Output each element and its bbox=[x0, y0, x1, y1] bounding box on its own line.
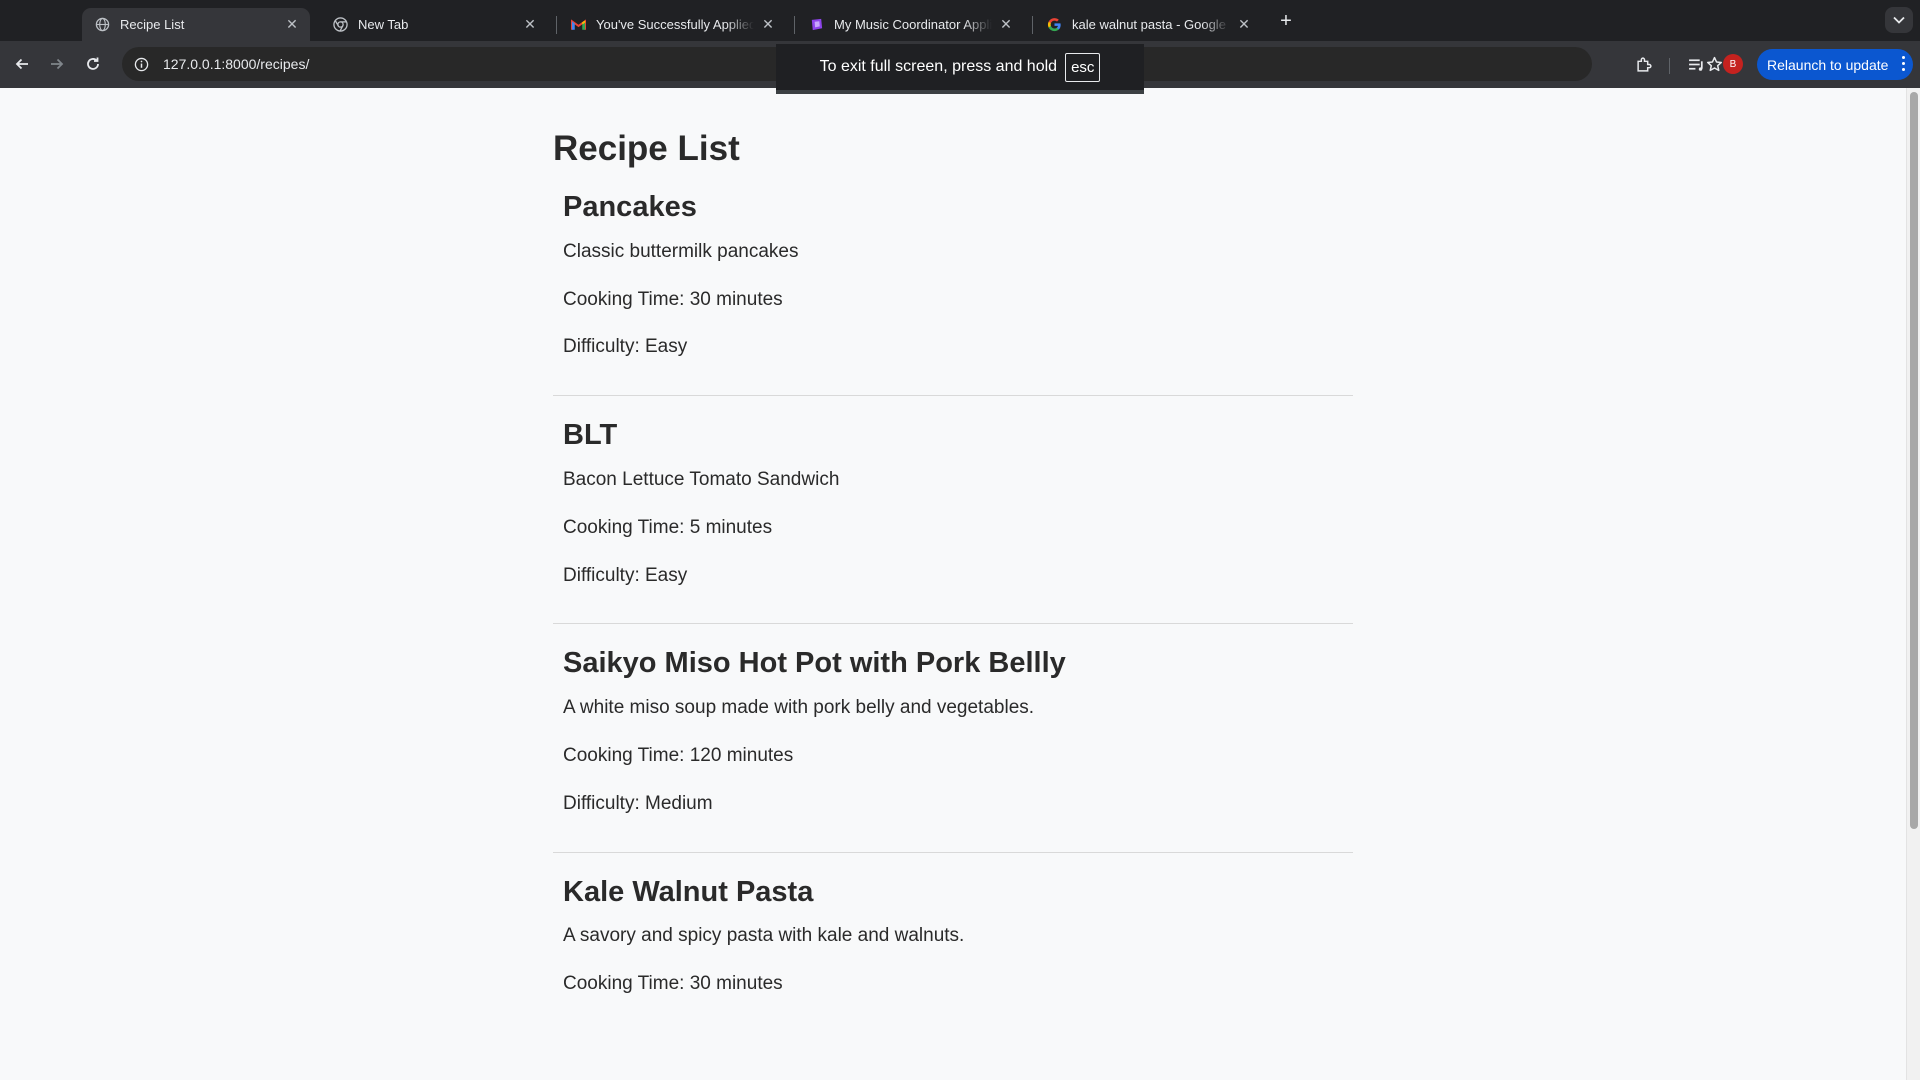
recipe-list-container: Recipe List Pancakes Classic buttermilk … bbox=[553, 88, 1353, 1032]
arrow-left-icon bbox=[15, 58, 28, 70]
close-tab-icon[interactable]: ✕ bbox=[1236, 16, 1252, 33]
profile-avatar[interactable]: B bbox=[1723, 54, 1743, 74]
tab-gmail[interactable]: You've Successfully Applied t ✕ bbox=[558, 8, 786, 41]
close-tab-icon[interactable]: ✕ bbox=[522, 16, 538, 33]
globe-icon bbox=[94, 17, 110, 33]
tab-title: Recipe List bbox=[120, 17, 185, 32]
page-viewport: Recipe List Pancakes Classic buttermilk … bbox=[0, 88, 1906, 1080]
chevron-down-icon bbox=[1893, 16, 1905, 24]
back-button[interactable] bbox=[8, 50, 36, 78]
esc-key-hint: esc bbox=[1065, 52, 1101, 82]
recipe-difficulty: Difficulty: Easy bbox=[563, 564, 688, 586]
recipe-cooking-time: Cooking Time: 5 minutes bbox=[563, 516, 773, 538]
recipe-cooking-time: Cooking Time: 30 minutes bbox=[563, 973, 783, 995]
tab-new-tab[interactable]: New Tab ✕ bbox=[320, 8, 548, 41]
close-tab-icon[interactable]: ✕ bbox=[998, 16, 1014, 33]
close-tab-icon[interactable]: ✕ bbox=[760, 16, 776, 33]
relaunch-label: Relaunch to update bbox=[1767, 56, 1889, 73]
app-logo-icon bbox=[808, 17, 824, 33]
recipe-cooking-time: Cooking Time: 30 minutes bbox=[563, 288, 783, 310]
recipe-card: BLT Bacon Lettuce Tomato Sandwich Cookin… bbox=[553, 418, 1353, 625]
close-tab-icon[interactable]: ✕ bbox=[284, 16, 300, 33]
recipe-card: Kale Walnut Pasta A savory and spicy pas… bbox=[553, 875, 1353, 1032]
tab-search-button[interactable] bbox=[1885, 7, 1913, 33]
toast-message: To exit full screen, press and hold bbox=[819, 58, 1058, 75]
recipe-name: Kale Walnut Pasta bbox=[563, 875, 814, 908]
scrollbar-thumb[interactable] bbox=[1910, 92, 1918, 829]
reload-icon bbox=[87, 57, 99, 70]
tab-title: New Tab bbox=[358, 17, 409, 32]
tab-divider bbox=[556, 16, 557, 34]
tab-recipe-list[interactable]: Recipe List ✕ bbox=[82, 8, 310, 41]
new-tab-button[interactable]: + bbox=[1274, 10, 1298, 34]
tab-title: You've Successfully Applied t bbox=[596, 17, 754, 32]
recipe-name: BLT bbox=[563, 419, 618, 452]
recipe-cooking-time: Cooking Time: 120 minutes bbox=[563, 744, 794, 766]
recipe-card: Pancakes Classic buttermilk pancakes Coo… bbox=[553, 190, 1353, 397]
gmail-icon bbox=[570, 17, 586, 33]
page-title: Recipe List bbox=[553, 129, 740, 168]
arrow-right-icon bbox=[51, 58, 64, 70]
recipe-card: Saikyo Miso Hot Pot with Pork Bellly A w… bbox=[553, 646, 1353, 853]
extensions-button[interactable] bbox=[1630, 50, 1658, 78]
recipe-description: A savory and spicy pasta with kale and w… bbox=[563, 925, 965, 947]
reload-button[interactable] bbox=[79, 50, 107, 78]
recipe-difficulty: Difficulty: Easy bbox=[563, 336, 688, 358]
relaunch-to-update-button[interactable]: Relaunch to update bbox=[1757, 49, 1913, 80]
recipe-difficulty: Difficulty: Medium bbox=[563, 792, 713, 814]
media-queue-icon bbox=[1688, 58, 1703, 71]
forward-button[interactable] bbox=[43, 50, 71, 78]
toolbar-divider bbox=[1669, 58, 1670, 74]
recipe-name: Saikyo Miso Hot Pot with Pork Bellly bbox=[563, 647, 1066, 680]
recipe-description: A white miso soup made with pork belly a… bbox=[563, 697, 1035, 719]
url-text: 127.0.0.1:8000/recipes/ bbox=[163, 56, 310, 72]
tab-divider bbox=[1032, 16, 1033, 34]
site-info-icon[interactable] bbox=[131, 54, 151, 74]
recipe-name: Pancakes bbox=[563, 191, 697, 223]
tab-music-coordinator[interactable]: My Music Coordinator Applica ✕ bbox=[796, 8, 1024, 41]
chrome-icon bbox=[332, 17, 348, 33]
vertical-scrollbar[interactable] bbox=[1906, 88, 1920, 1080]
more-vert-icon bbox=[1901, 56, 1905, 72]
google-icon bbox=[1046, 17, 1062, 33]
tab-title: My Music Coordinator Applica bbox=[834, 17, 992, 32]
tab-divider bbox=[794, 16, 795, 34]
tab-strip: Recipe List ✕ New Tab ✕ You've Successfu… bbox=[0, 0, 1920, 41]
fullscreen-exit-toast: To exit full screen, press and hold esc bbox=[776, 44, 1144, 94]
recipe-description: Bacon Lettuce Tomato Sandwich bbox=[563, 468, 840, 490]
tab-title: kale walnut pasta - Google Se bbox=[1072, 17, 1230, 32]
puzzle-icon bbox=[1636, 56, 1652, 72]
media-controls-button[interactable] bbox=[1682, 50, 1710, 78]
tab-google-search[interactable]: kale walnut pasta - Google Se ✕ bbox=[1034, 8, 1262, 41]
recipe-description: Classic buttermilk pancakes bbox=[563, 240, 799, 262]
